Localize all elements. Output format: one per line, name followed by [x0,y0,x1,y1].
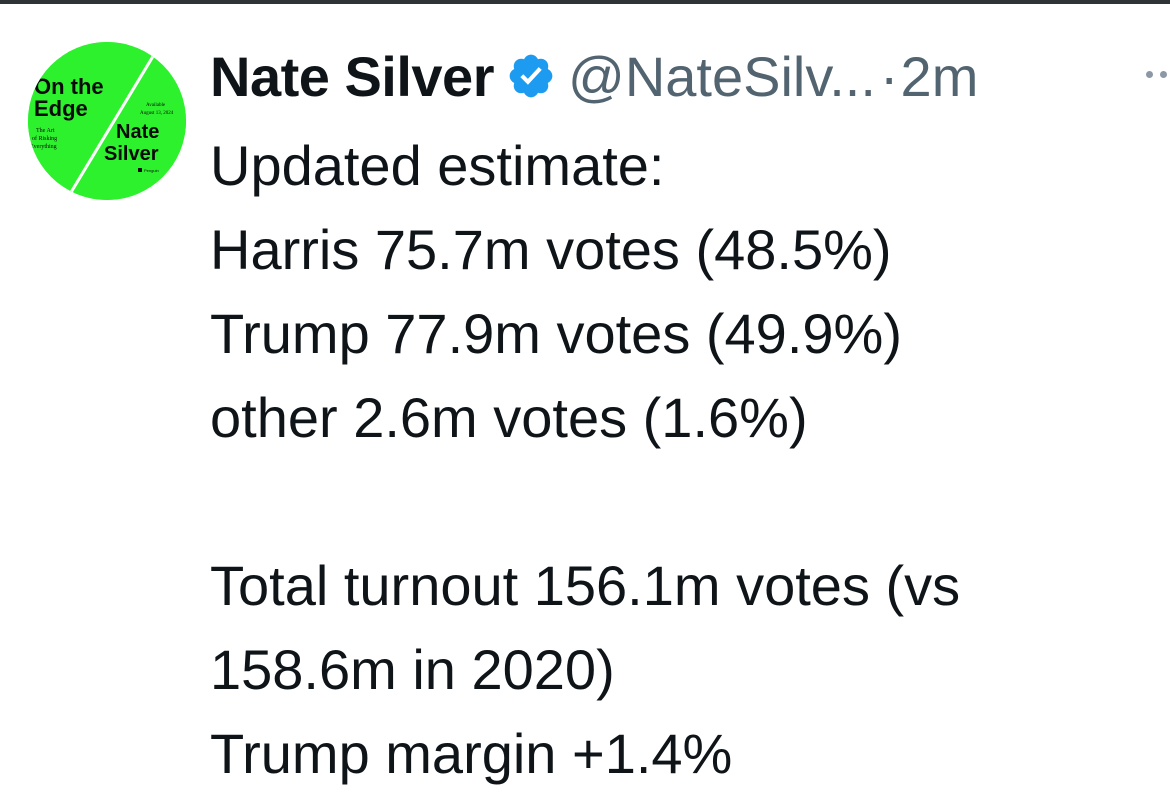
tweet-line: Trump 77.9m votes (49.9%) [210,302,902,365]
tweet-line: Trump margin +1.4% [210,722,733,785]
avatar-available-line2: August 13, 2024 [140,111,174,116]
more-dots-icon[interactable] [1146,64,1170,84]
avatar-subtitle-line3: Everything [30,144,57,150]
verified-badge-icon[interactable] [506,51,556,101]
tweet-line: other 2.6m votes (1.6%) [210,386,808,449]
tweet-line: Harris 75.7m votes (48.5%) [210,218,892,281]
avatar-title-line2: Edge [34,96,88,121]
avatar-subtitle-line2: of Risking [32,135,57,142]
tweet-line: Total turnout 156.1m votes (vs [210,554,961,617]
avatar-available-line1: Available [146,103,166,108]
tweet-line: Updated estimate: [210,134,665,197]
avatar-author-line2: Silver [104,143,159,165]
header-separator: · [879,44,899,108]
top-divider [0,0,1170,4]
avatar-author-line1: Nate [116,121,159,143]
tweet-text: Updated estimate: Harris 75.7m votes (48… [210,124,1160,796]
avatar-book-cover: On the Edge The Art of Risking Everythin… [28,42,186,200]
avatar-publisher: Penguin [144,168,159,173]
display-name[interactable]: Nate Silver [210,44,495,109]
publisher-logo-icon [138,168,142,172]
user-handle[interactable]: @NateSilv... [568,44,876,109]
avatar-subtitle-line1: The Art [36,128,55,134]
avatar[interactable]: On the Edge The Art of Risking Everythin… [28,42,186,200]
tweet-timestamp[interactable]: 2m [901,44,979,109]
tweet-header: Nate Silver @NateSilv... · 2m [210,40,978,112]
tweet-line: 158.6m in 2020) [210,638,615,701]
